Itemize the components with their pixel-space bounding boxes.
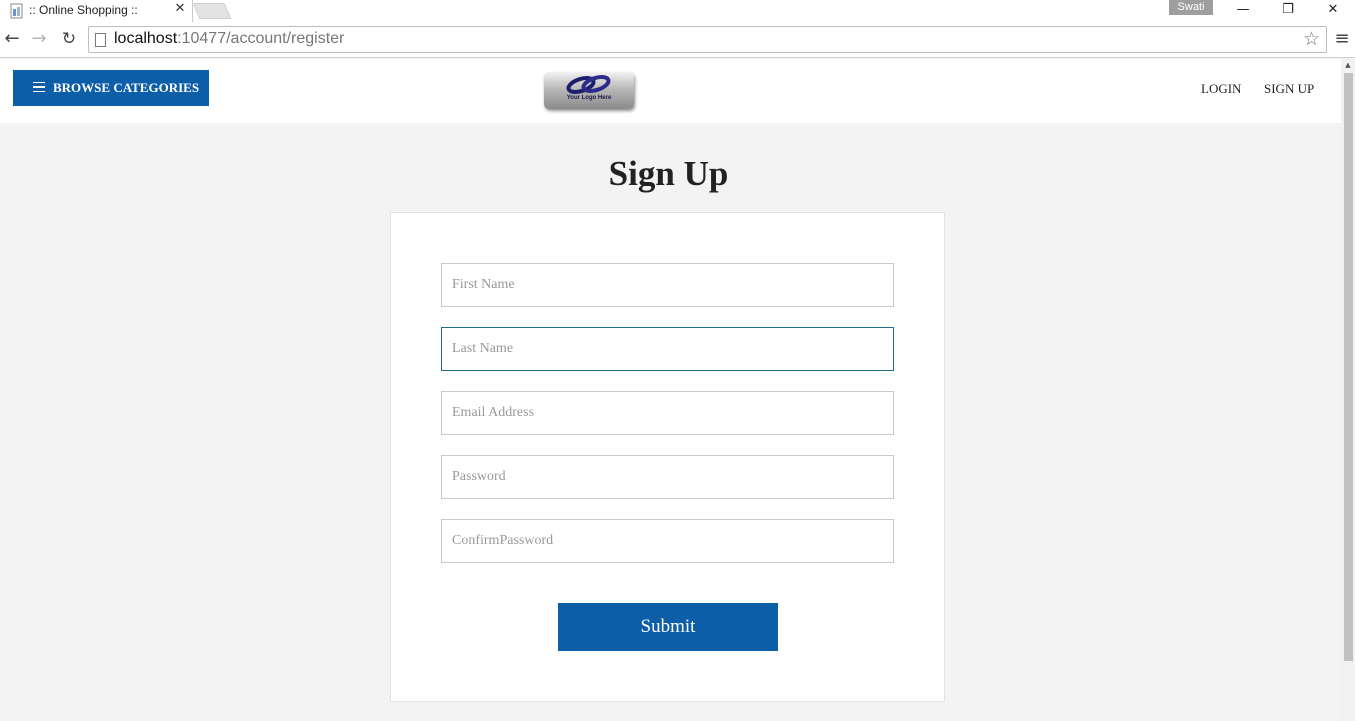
- email-input[interactable]: [441, 391, 894, 435]
- page-scrollbar[interactable]: ▲: [1341, 59, 1355, 721]
- browser-toolbar: ← → ↻ localhost:10477/account/register ☆…: [0, 22, 1355, 58]
- close-window-icon[interactable]: ✕: [1310, 0, 1355, 20]
- back-arrow-icon[interactable]: ←: [0, 27, 24, 51]
- hamburger-icon: [33, 82, 45, 92]
- scroll-up-arrow-icon[interactable]: ▲: [1341, 59, 1355, 71]
- browser-titlebar: :: Online Shopping :: ✕ Swati — ❐ ✕: [0, 0, 1355, 22]
- signup-form: Submit: [390, 212, 945, 702]
- logo-text: Your Logo Here: [566, 95, 612, 101]
- forward-arrow-icon[interactable]: →: [27, 27, 51, 51]
- page-icon: [95, 33, 106, 47]
- submit-button[interactable]: Submit: [558, 603, 778, 651]
- site-logo[interactable]: Your Logo Here: [544, 72, 634, 109]
- browser-menu-icon[interactable]: ≡: [1332, 28, 1352, 50]
- browser-tab[interactable]: :: Online Shopping :: ✕: [0, 0, 193, 22]
- page-title: Sign Up: [608, 154, 729, 193]
- browse-categories-button[interactable]: BROWSE CATEGORIES: [13, 70, 209, 106]
- chain-link-icon: [566, 75, 611, 94]
- confirm-password-input[interactable]: [441, 519, 894, 563]
- first-name-input[interactable]: [441, 263, 894, 307]
- url-text[interactable]: localhost:10477/account/register: [114, 30, 344, 48]
- site-header: BROWSE CATEGORIES Your Logo Here LOGIN S…: [0, 59, 1341, 123]
- reload-icon[interactable]: ↻: [57, 27, 81, 51]
- page-viewport: BROWSE CATEGORIES Your Logo Here LOGIN S…: [0, 59, 1341, 721]
- url-host: localhost: [114, 30, 178, 47]
- tab-title: :: Online Shopping ::: [29, 3, 138, 17]
- url-path: :10477/account/register: [177, 30, 345, 47]
- browse-categories-label: BROWSE CATEGORIES: [53, 80, 200, 95]
- profile-badge[interactable]: Swati: [1169, 0, 1213, 15]
- tab-close-icon[interactable]: ✕: [172, 1, 188, 16]
- minimize-icon[interactable]: —: [1220, 0, 1266, 20]
- scroll-thumb[interactable]: [1344, 73, 1353, 661]
- password-input[interactable]: [441, 455, 894, 499]
- bookmark-star-icon[interactable]: ☆: [1303, 28, 1320, 50]
- signup-link[interactable]: SIGN UP: [1264, 81, 1314, 97]
- page-favicon-icon: [10, 3, 23, 19]
- login-link[interactable]: LOGIN: [1201, 81, 1241, 97]
- new-tab-button[interactable]: [192, 3, 232, 19]
- address-bar[interactable]: localhost:10477/account/register ☆: [88, 26, 1327, 53]
- last-name-input[interactable]: [441, 327, 894, 371]
- maximize-icon[interactable]: ❐: [1265, 0, 1311, 20]
